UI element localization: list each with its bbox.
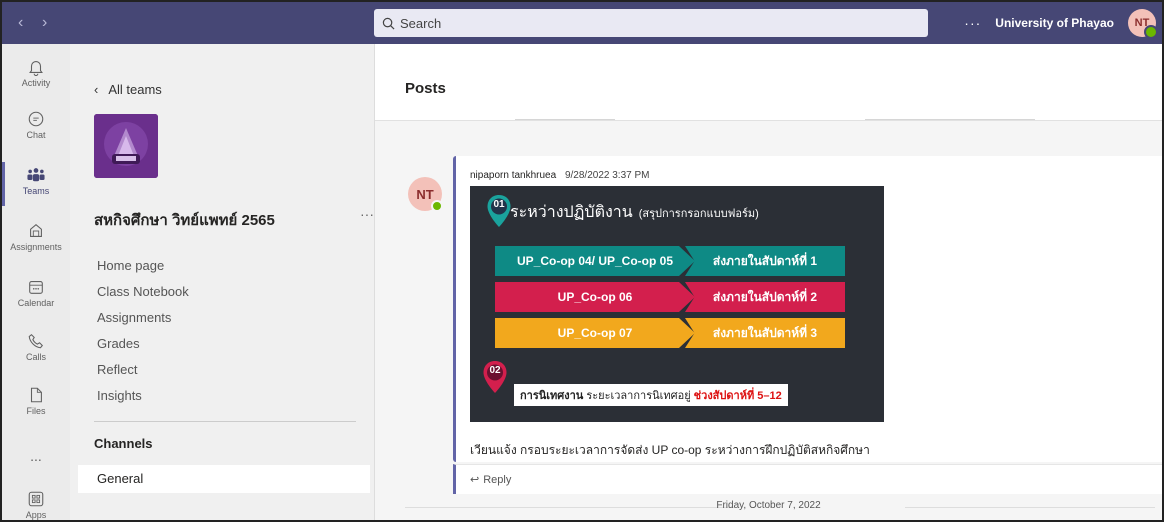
teams-window: ‹ › Search ··· University of Phayao NT A… <box>0 0 1164 522</box>
infographic-heading-text: ระหว่างปฏิบัติงาน <box>510 202 633 221</box>
rail-teams[interactable]: Teams <box>2 166 70 196</box>
calendar-icon <box>29 281 43 294</box>
team-name: สหกิจศึกษา วิทย์แพทย์ 2565 <box>94 212 275 229</box>
channels-heading: Channels <box>94 436 153 451</box>
post-message: nipaporn tankhruea 9/28/2022 3:37 PM 01 … <box>453 156 1162 462</box>
team-more-options-icon[interactable]: ··· <box>360 206 374 222</box>
file-icon <box>30 387 42 403</box>
tab-home-page[interactable]: Home page <box>97 258 164 273</box>
teams-icon <box>27 168 45 182</box>
supervision-box: การนิเทศงาน ระยะเวลาการนิเทศอยู่ ช่วงสัป… <box>514 384 788 406</box>
pin-number: 02 <box>489 365 501 376</box>
more-apps-icon[interactable]: ... <box>2 448 70 464</box>
rail-apps[interactable]: Apps <box>2 490 70 520</box>
reply-arrow-icon: ↩ <box>470 474 480 486</box>
search-placeholder: Search <box>400 15 442 31</box>
rail-calendar[interactable]: Calendar <box>2 278 70 308</box>
profile-avatar[interactable]: NT <box>1128 9 1158 39</box>
infographic-heading-note: (สรุปการกรอกแบบฟอร์ม) <box>638 208 759 220</box>
faded-separator <box>865 119 1035 120</box>
apps-icon <box>28 491 44 507</box>
tab-class-notebook[interactable]: Class Notebook <box>97 284 189 299</box>
rail-label-apps: Apps <box>25 510 47 520</box>
post-body-text: เวียนแจ้ง กรอบระยะเวลาการจัดส่ง UP co-op… <box>470 443 870 457</box>
team-panel: ‹ All teams สหกิจศึกษา วิทย์แพทย์ 2565 ·… <box>70 44 375 520</box>
presence-available-icon <box>431 200 443 212</box>
rail-label-activity: Activity <box>21 78 51 88</box>
rail-label-teams: Teams <box>22 186 50 196</box>
search-icon <box>382 17 395 29</box>
rail-label-calendar: Calendar <box>17 298 55 308</box>
rail-calls[interactable]: Calls <box>2 332 70 362</box>
post-author-avatar[interactable]: NT <box>408 177 443 212</box>
chevron-left-icon: ‹ <box>94 82 99 97</box>
rail-assignments[interactable]: Assignments <box>2 222 70 252</box>
tab-assignments[interactable]: Assignments <box>97 310 171 325</box>
form-name: UP_Co-op 04/ UP_Co-op 05 <box>495 246 695 276</box>
bell-icon <box>29 61 43 76</box>
more-options-icon[interactable]: ··· <box>964 15 981 31</box>
team-logo-graphic <box>94 114 158 178</box>
page-title: Posts <box>405 80 446 97</box>
forward-arrow-icon[interactable]: › <box>42 14 47 32</box>
rail-label-calls: Calls <box>25 352 46 362</box>
supervision-label: การนิเทศงาน <box>520 390 584 402</box>
channel-general[interactable]: General <box>78 465 370 493</box>
app-rail: Activity Chat Teams Assignments Calendar… <box>2 44 70 520</box>
back-arrow-icon[interactable]: ‹ <box>18 14 23 32</box>
post-author-initials: NT <box>416 186 434 202</box>
channel-header: Posts <box>375 44 1162 121</box>
date-separator: Friday, October 7, 2022 <box>716 500 821 511</box>
phone-icon <box>28 333 44 349</box>
form-deadline: ส่งภายในสัปดาห์ที่ 3 <box>685 318 845 348</box>
post-image-infographic[interactable]: 01 ระหว่างปฏิบัติงาน (สรุปการกรอกแบบฟอร์ม… <box>470 186 884 422</box>
rail-activity[interactable]: Activity <box>2 58 70 88</box>
divider <box>94 421 356 422</box>
rail-files[interactable]: Files <box>2 386 70 416</box>
post-meta: nipaporn tankhruea 9/28/2022 3:37 PM <box>470 170 649 181</box>
supervision-text: ระยะเวลาการนิเทศอยู่ <box>586 390 691 402</box>
org-name[interactable]: University of Phayao <box>995 16 1114 30</box>
search-input[interactable]: Search <box>374 9 928 37</box>
pin-number: 01 <box>493 199 505 210</box>
rail-label-assignments: Assignments <box>10 242 62 252</box>
main-content: Posts NT nipaporn tankhruea 9/28/2022 3:… <box>375 44 1162 520</box>
form-name: UP_Co-op 07 <box>495 318 695 348</box>
all-teams-label: All teams <box>108 82 162 97</box>
rail-label-files: Files <box>26 406 46 416</box>
tab-grades[interactable]: Grades <box>97 336 140 351</box>
reply-button[interactable]: ↩ Reply <box>453 464 1162 494</box>
top-right-controls: ··· University of Phayao NT <box>964 2 1158 44</box>
chat-icon <box>28 111 44 127</box>
rail-chat[interactable]: Chat <box>2 110 70 140</box>
infographic-heading: ระหว่างปฏิบัติงาน (สรุปการกรอกแบบฟอร์ม) <box>510 200 759 225</box>
form-name: UP_Co-op 06 <box>495 282 695 312</box>
all-teams-link[interactable]: ‹ All teams <box>94 82 162 97</box>
supervision-weeks: ช่วงสัปดาห์ที่ 5–12 <box>693 390 782 402</box>
assignments-icon <box>30 223 42 237</box>
post-timestamp: 9/28/2022 3:37 PM <box>564 170 650 181</box>
presence-available-icon <box>1144 25 1158 39</box>
form-deadline: ส่งภายในสัปดาห์ที่ 1 <box>685 246 845 276</box>
faded-separator <box>515 119 615 120</box>
tab-reflect[interactable]: Reflect <box>97 362 137 377</box>
form-deadline: ส่งภายในสัปดาห์ที่ 2 <box>685 282 845 312</box>
tab-insights[interactable]: Insights <box>97 388 142 403</box>
post-author[interactable]: nipaporn tankhruea <box>470 170 556 181</box>
title-bar: ‹ › Search ··· University of Phayao NT <box>2 2 1162 44</box>
rail-label-chat: Chat <box>26 130 46 140</box>
reply-label: Reply <box>483 473 512 486</box>
team-logo <box>94 114 158 178</box>
